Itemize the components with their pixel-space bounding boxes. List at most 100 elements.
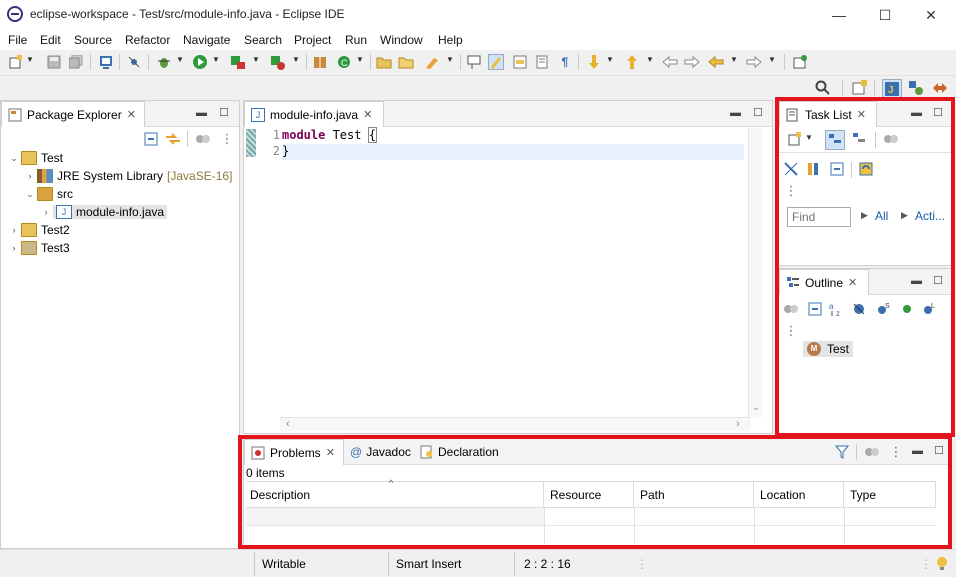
menu-edit[interactable]: Edit xyxy=(40,33,61,47)
hide-completed-icon[interactable] xyxy=(783,161,799,177)
outline-item[interactable]: M Test xyxy=(803,341,854,357)
minimize-view-icon[interactable]: ▬ xyxy=(196,107,207,119)
maximize-button[interactable]: ☐ xyxy=(862,0,908,30)
vertical-scrollbar[interactable]: ⌄ xyxy=(748,128,762,418)
focus-icon[interactable] xyxy=(783,301,799,317)
chevron-down-icon[interactable]: ▼ xyxy=(26,55,34,64)
chevron-down-icon[interactable]: ▼ xyxy=(292,55,300,64)
tab-javadoc[interactable]: @ Javadoc xyxy=(350,445,411,459)
close-tab-icon[interactable]: ✕ xyxy=(127,108,136,121)
search-icon[interactable] xyxy=(815,80,831,96)
hide-static-icon[interactable]: S xyxy=(875,301,891,317)
terminal-icon[interactable] xyxy=(98,54,114,70)
minimize-view-icon[interactable]: ▬ xyxy=(911,275,922,287)
view-menu-icon[interactable]: ⋮ xyxy=(783,323,799,339)
maximize-view-icon[interactable]: ☐ xyxy=(934,444,944,457)
new-task-icon[interactable] xyxy=(787,131,803,147)
debug-icon[interactable] xyxy=(156,54,172,70)
code-area[interactable]: module Test { } xyxy=(282,127,744,160)
lightbulb-icon[interactable] xyxy=(934,556,950,572)
hide-nonpublic-icon[interactable] xyxy=(899,301,915,317)
git-perspective-icon[interactable] xyxy=(932,80,948,96)
open-resource-icon[interactable] xyxy=(398,54,414,70)
chevron-left-icon[interactable]: ‹ xyxy=(286,418,290,430)
status-insert-mode[interactable]: Smart Insert xyxy=(396,554,461,574)
chevron-down-icon[interactable]: ▼ xyxy=(212,55,220,64)
all-link[interactable]: All xyxy=(875,209,888,223)
chevron-down-icon[interactable]: ▼ xyxy=(252,55,260,64)
tree-item-test[interactable]: ⌄ Test xyxy=(7,149,237,167)
collapse-all-icon[interactable] xyxy=(807,301,823,317)
chevron-right-icon[interactable]: › xyxy=(39,207,53,217)
chevron-down-icon[interactable]: ⌄ xyxy=(23,189,37,200)
chevron-down-icon[interactable]: ▼ xyxy=(768,55,776,64)
menu-refactor[interactable]: Refactor xyxy=(125,33,170,47)
collapse-all-icon[interactable] xyxy=(143,131,159,147)
show-whitespace-icon[interactable] xyxy=(534,54,550,70)
sync-icon[interactable] xyxy=(859,161,875,177)
view-menu-icon[interactable]: ⋮ xyxy=(888,444,904,460)
external-tools-icon[interactable] xyxy=(270,54,286,70)
tree-item-src[interactable]: ⌄ src xyxy=(7,185,237,203)
collapse-all-icon[interactable] xyxy=(829,161,845,177)
maximize-view-icon[interactable]: ☐ xyxy=(753,106,763,119)
tab-outline[interactable]: Outline ✕ xyxy=(779,269,869,295)
categorized-icon[interactable] xyxy=(825,130,845,150)
menu-project[interactable]: Project xyxy=(294,33,331,47)
next-annotation-icon[interactable] xyxy=(586,54,602,70)
view-menu-icon[interactable]: ⋮ xyxy=(219,131,235,147)
annotation-icon[interactable] xyxy=(466,54,482,70)
close-button[interactable]: ✕ xyxy=(908,0,954,30)
search-tool-icon[interactable] xyxy=(424,54,440,70)
sort-icon[interactable]: az xyxy=(829,301,845,317)
chevron-right-icon[interactable]: › xyxy=(7,243,21,253)
menu-search[interactable]: Search xyxy=(244,33,282,47)
chevron-down-icon[interactable]: ▼ xyxy=(606,55,614,64)
code-line[interactable]: module Test { xyxy=(282,127,744,144)
column-location[interactable]: Location xyxy=(754,482,844,508)
toggle-block-icon[interactable] xyxy=(512,54,528,70)
save-all-icon[interactable] xyxy=(68,54,84,70)
prev-annotation-icon[interactable] xyxy=(624,54,640,70)
debug-perspective-icon[interactable] xyxy=(908,80,924,96)
chevron-down-icon[interactable]: ⌄ xyxy=(752,402,760,413)
new-class-icon[interactable]: C xyxy=(336,54,352,70)
column-type[interactable]: Type xyxy=(844,482,936,508)
menu-navigate[interactable]: Navigate xyxy=(183,33,230,47)
chevron-down-icon[interactable]: ⌄ xyxy=(7,153,21,164)
column-path[interactable]: Path xyxy=(634,482,754,508)
focus-icon[interactable] xyxy=(864,444,880,460)
close-tab-icon[interactable]: ✕ xyxy=(857,108,866,121)
run-icon[interactable] xyxy=(192,54,208,70)
minimize-view-icon[interactable]: ▬ xyxy=(912,445,923,457)
menu-run[interactable]: Run xyxy=(345,33,367,47)
tree-item-module-info[interactable]: › J module-info.java xyxy=(7,203,237,221)
menu-source[interactable]: Source xyxy=(74,33,112,47)
horizontal-scrollbar[interactable]: ‹ › xyxy=(280,417,750,431)
filter-icon[interactable] xyxy=(834,444,850,460)
chevron-down-icon[interactable]: ▼ xyxy=(356,55,364,64)
filter-icon[interactable] xyxy=(805,161,821,177)
save-icon[interactable] xyxy=(46,54,62,70)
chevron-right-icon[interactable]: › xyxy=(7,225,21,235)
back-icon[interactable] xyxy=(708,54,724,70)
focus-icon[interactable] xyxy=(883,131,899,147)
chevron-down-icon[interactable]: ▼ xyxy=(730,55,738,64)
close-tab-icon[interactable]: ✕ xyxy=(326,446,335,459)
scheduled-icon[interactable] xyxy=(851,131,867,147)
maximize-view-icon[interactable]: ☐ xyxy=(933,106,943,119)
open-type-icon[interactable] xyxy=(376,54,392,70)
current-line[interactable]: } xyxy=(282,144,744,160)
new-icon[interactable] xyxy=(8,54,24,70)
tab-module-info[interactable]: J module-info.java ✕ xyxy=(244,101,384,127)
hide-fields-icon[interactable] xyxy=(851,301,867,317)
skip-breakpoints-icon[interactable] xyxy=(126,54,142,70)
column-resource[interactable]: Resource xyxy=(544,482,634,508)
maximize-view-icon[interactable]: ☐ xyxy=(219,106,229,119)
open-perspective-icon[interactable] xyxy=(852,80,868,96)
forward-icon[interactable] xyxy=(746,54,762,70)
activate-link[interactable]: Acti... xyxy=(915,209,945,223)
minimize-button[interactable]: — xyxy=(816,0,862,30)
last-edit-icon[interactable] xyxy=(662,54,678,70)
java-perspective-icon[interactable]: J xyxy=(882,79,902,99)
